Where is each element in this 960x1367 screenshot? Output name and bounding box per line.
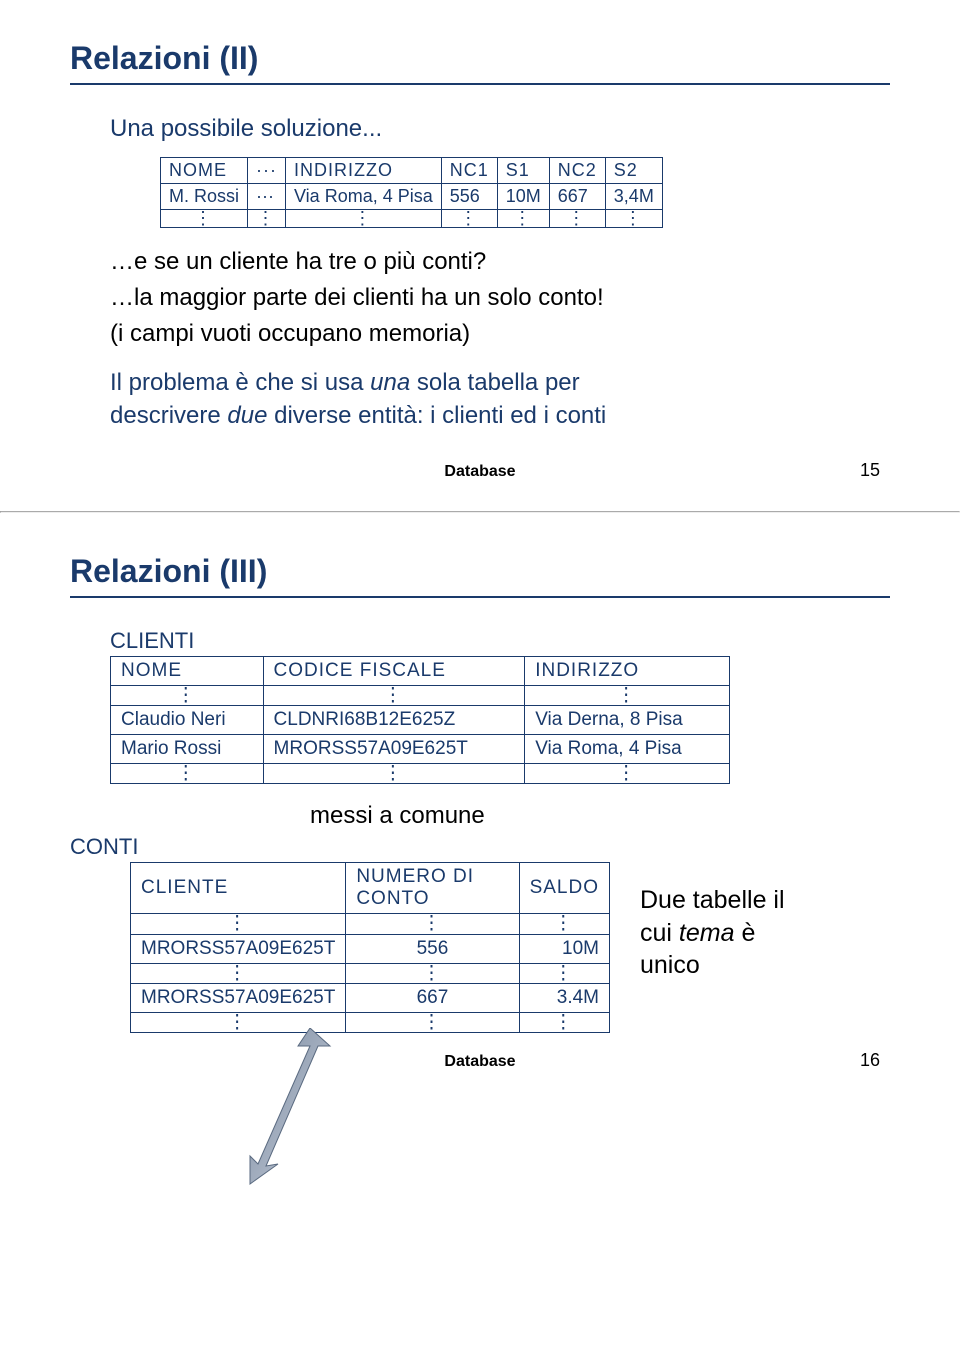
table-row-vdots: ⋮ ⋮ ⋮ bbox=[131, 1012, 610, 1032]
col-indirizzo: INDIRIZZO bbox=[525, 656, 730, 685]
clienti-table: NOME CODICE FISCALE INDIRIZZO ⋮ ⋮ ⋮ Clau… bbox=[110, 656, 730, 785]
cell-nc2: 667 bbox=[549, 184, 605, 210]
side-note: Due tabelle il cui tema è unico bbox=[640, 884, 785, 982]
col-dots: ··· bbox=[248, 158, 286, 184]
col-nome: NOME bbox=[161, 158, 248, 184]
conti-table: CLIENTE NUMERO DI CONTO SALDO ⋮ ⋮ ⋮ MROR… bbox=[130, 862, 610, 1033]
table-row: Mario Rossi MRORSS57A09E625T Via Roma, 4… bbox=[111, 735, 730, 764]
question-2: …la maggior parte dei clienti ha un solo… bbox=[110, 284, 890, 312]
table-row-vdots: ⋮ ⋮ ⋮ ⋮ ⋮ ⋮ ⋮ bbox=[161, 210, 663, 228]
cell-dots: ··· bbox=[248, 184, 286, 210]
col-nc1: NC1 bbox=[441, 158, 497, 184]
conti-block: CONTI CLIENTE NUMERO DI CONTO SALDO ⋮ ⋮ … bbox=[70, 834, 610, 1033]
table-header-row: NOME ··· INDIRIZZO NC1 S1 NC2 S2 bbox=[161, 158, 663, 184]
table-row: MRORSS57A09E625T 667 3.4M bbox=[131, 983, 610, 1012]
subtitle-text: Una possibile soluzione... bbox=[110, 115, 890, 143]
table-row-vdots: ⋮ ⋮ ⋮ bbox=[111, 685, 730, 705]
flat-table: NOME ··· INDIRIZZO NC1 S1 NC2 S2 M. Ross… bbox=[160, 157, 663, 228]
conti-row-wrap: CONTI CLIENTE NUMERO DI CONTO SALDO ⋮ ⋮ … bbox=[70, 834, 890, 1033]
col-cf: CODICE FISCALE bbox=[263, 656, 525, 685]
cell-s2: 3,4M bbox=[605, 184, 662, 210]
col-indirizzo: INDIRIZZO bbox=[286, 158, 442, 184]
slide-15: Relazioni (II) Una possibile soluzione..… bbox=[0, 0, 960, 511]
col-s2: S2 bbox=[605, 158, 662, 184]
page-number: 16 bbox=[860, 1050, 880, 1071]
table-row-vdots: ⋮ ⋮ ⋮ bbox=[111, 764, 730, 784]
question-1: …e se un cliente ha tre o più conti? bbox=[110, 248, 890, 276]
col-s1: S1 bbox=[497, 158, 549, 184]
table-header-row: NOME CODICE FISCALE INDIRIZZO bbox=[111, 656, 730, 685]
title-underline bbox=[70, 596, 890, 598]
title-underline bbox=[70, 83, 890, 85]
col-numconto: NUMERO DI CONTO bbox=[346, 863, 519, 914]
table-row: M. Rossi ··· Via Roma, 4 Pisa 556 10M 66… bbox=[161, 184, 663, 210]
clienti-label: CLIENTI bbox=[110, 628, 890, 654]
col-saldo: SALDO bbox=[519, 863, 609, 914]
messi-a-comune-label: messi a comune bbox=[310, 802, 890, 830]
footer-label: Database bbox=[70, 463, 890, 481]
cell-s1: 10M bbox=[497, 184, 549, 210]
table-row: Claudio Neri CLDNRI68B12E625Z Via Derna,… bbox=[111, 706, 730, 735]
slide-title: Relazioni (II) bbox=[70, 40, 890, 77]
table-header-row: CLIENTE NUMERO DI CONTO SALDO bbox=[131, 863, 610, 914]
slide-title: Relazioni (III) bbox=[70, 553, 890, 590]
question-3: (i campi vuoti occupano memoria) bbox=[110, 320, 890, 348]
col-nc2: NC2 bbox=[549, 158, 605, 184]
explanation: Il problema è che si usa una sola tabell… bbox=[110, 366, 890, 433]
slide-16: Relazioni (III) CLIENTI NOME CODICE FISC… bbox=[0, 513, 960, 1101]
table-row: MRORSS57A09E625T 556 10M bbox=[131, 934, 610, 963]
page-number: 15 bbox=[860, 460, 880, 481]
table-row-vdots: ⋮ ⋮ ⋮ bbox=[131, 963, 610, 983]
conti-label: CONTI bbox=[70, 834, 610, 860]
cell-indirizzo: Via Roma, 4 Pisa bbox=[286, 184, 442, 210]
col-nome: NOME bbox=[111, 656, 264, 685]
cell-nc1: 556 bbox=[441, 184, 497, 210]
cell-nome: M. Rossi bbox=[161, 184, 248, 210]
table-row-vdots: ⋮ ⋮ ⋮ bbox=[131, 914, 610, 934]
footer-label: Database bbox=[70, 1053, 890, 1071]
col-cliente: CLIENTE bbox=[131, 863, 346, 914]
